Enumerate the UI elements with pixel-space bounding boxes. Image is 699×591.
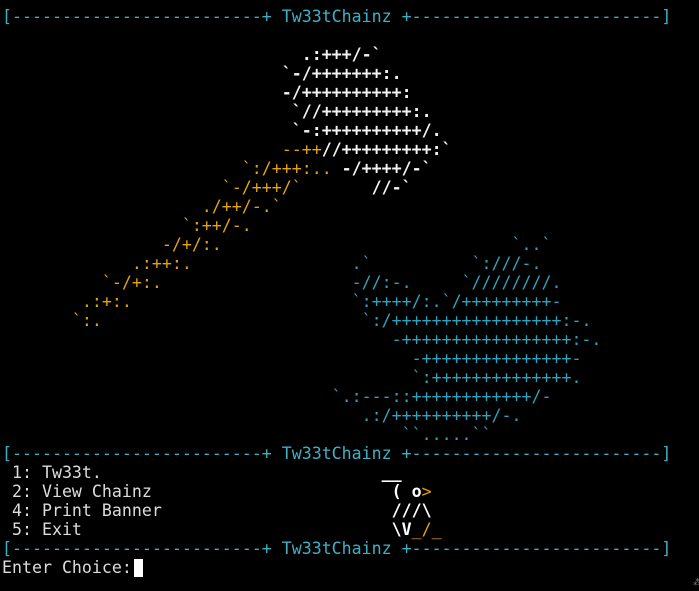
ascii-art-segment: `:++++/:.`/+++++++++- <box>131 292 562 311</box>
menu-item-print-banner[interactable]: 4: Print Banner ///\ <box>2 501 699 520</box>
resize-grip-icon[interactable]: ⁂ <box>693 579 699 588</box>
ascii-art-segment: -//:-. `////////. <box>161 273 562 292</box>
ascii-art-line: ``.....`` <box>2 425 699 444</box>
ascii-art-line: -/++++++++++: <box>2 83 699 102</box>
ascii-art-segment: ./++/-.` <box>2 197 282 216</box>
ascii-art-line: `:/+++:.. -/++++/-` <box>2 159 699 178</box>
ascii-art-segment: .:/++++++++++/-. <box>2 406 522 425</box>
menu-rule-top: [-------------------------+ Tw33tChainz … <box>2 444 672 463</box>
menu-rule-bottom: [-------------------------+ Tw33tChainz … <box>2 539 672 558</box>
ascii-art-segment: --++ <box>2 140 322 159</box>
ascii-art-line: `-/+++++++:. <box>2 64 699 83</box>
bird-art-line: ///\ <box>161 501 432 520</box>
prompt-label: Enter Choice: <box>2 558 132 577</box>
ascii-art-segment: -+++++++++++++++- <box>2 349 582 368</box>
menu-item-view-chainz[interactable]: 2: View Chainz ( o> <box>2 482 699 501</box>
ascii-art-segment: `..` <box>221 235 552 254</box>
ascii-art-segment: `:/+++:.. <box>2 159 342 178</box>
ascii-art-segment: .:++:. <box>2 254 192 273</box>
ascii-art-line: ./++/-.` <box>2 197 699 216</box>
ascii-art-segment: `:/+++++++++++++++++:-. <box>101 311 592 330</box>
ascii-art-segment: `-/+:. <box>2 273 162 292</box>
ascii-art-banner: .:+++/-` `-/+++++++:. -/++++++++++: `//+… <box>2 45 699 444</box>
ascii-art-line: .:/++++++++++/-. <box>2 406 699 425</box>
bird-art-line: \V_/_ <box>81 520 442 539</box>
ascii-art-segment: `.:---::++++++++++++/- <box>2 387 552 406</box>
ascii-art-segment: `:++++++++++++++. <box>2 368 582 387</box>
bird-art-line: ( o> <box>151 482 432 501</box>
ascii-art-line: `-/+++/` //-` <box>2 178 699 197</box>
ascii-art-line: `-:++++++++++/. <box>2 121 699 140</box>
ascii-art-line: -/+/:. `..` <box>2 235 699 254</box>
ascii-art-segment: .:+++/-` <box>2 45 382 64</box>
terminal-window: [-------------------------+ Tw33tChainz … <box>2 7 699 591</box>
ascii-art-segment: .:+:. <box>2 292 132 311</box>
ascii-art-segment: -/++++/-` <box>341 159 432 178</box>
ascii-art-segment: -/+/:. <box>2 235 222 254</box>
menu-item-label: 5: Exit <box>2 520 82 539</box>
ascii-art-line: `:++/-. <box>2 216 699 235</box>
ascii-art-segment: ``.....`` <box>2 425 492 444</box>
text-cursor[interactable] <box>133 558 143 577</box>
ascii-art-segment: `-/+++++++:. <box>2 64 402 83</box>
ascii-art-segment: -/++++++++++: <box>2 83 412 102</box>
ascii-art-segment: //+++++++++:` <box>321 140 452 159</box>
menu-item-label: 4: Print Banner <box>2 501 162 520</box>
ascii-art-line: `:++++++++++++++. <box>2 368 699 387</box>
ascii-art-line: `-/+:. -//:-. `////////. <box>2 273 699 292</box>
ascii-art-segment: .` `:///-. <box>191 254 542 273</box>
ascii-art-segment: `//+++++++++:. <box>2 102 432 121</box>
menu-item-tweet[interactable]: 1: Tw33t. __ <box>2 463 699 482</box>
menu-item-label: 1: Tw33t. <box>2 463 102 482</box>
menu-item-exit[interactable]: 5: Exit \V_/_ <box>2 520 699 539</box>
ascii-art-line: -+++++++++++++++++:-. <box>2 330 699 349</box>
ascii-art-line: .:++:. .` `:///-. <box>2 254 699 273</box>
ascii-art-segment: -+++++++++++++++++:-. <box>2 330 602 349</box>
header-rule: [-------------------------+ Tw33tChainz … <box>2 7 672 26</box>
ascii-art-segment: `-/+++/` <box>2 178 372 197</box>
ascii-art-segment: `-:++++++++++/. <box>2 121 442 140</box>
ascii-art-line: .:+:. `:++++/:.`/+++++++++- <box>2 292 699 311</box>
bird-art-line: __ <box>101 463 402 482</box>
ascii-art-line: `//+++++++++:. <box>2 102 699 121</box>
ascii-art-line: `.:---::++++++++++++/- <box>2 387 699 406</box>
ascii-art-segment: `:. <box>2 311 102 330</box>
prompt-row[interactable]: Enter Choice: <box>2 558 699 577</box>
ascii-art-line: `:. `:/+++++++++++++++++:-. <box>2 311 699 330</box>
ascii-art-segment: `:++/-. <box>2 216 252 235</box>
ascii-art-line: -+++++++++++++++- <box>2 349 699 368</box>
menu-item-label: 2: View Chainz <box>2 482 152 501</box>
ascii-art-line: --++//+++++++++:` <box>2 140 699 159</box>
ascii-art-line: .:+++/-` <box>2 45 699 64</box>
ascii-art-segment: //-` <box>371 178 412 197</box>
